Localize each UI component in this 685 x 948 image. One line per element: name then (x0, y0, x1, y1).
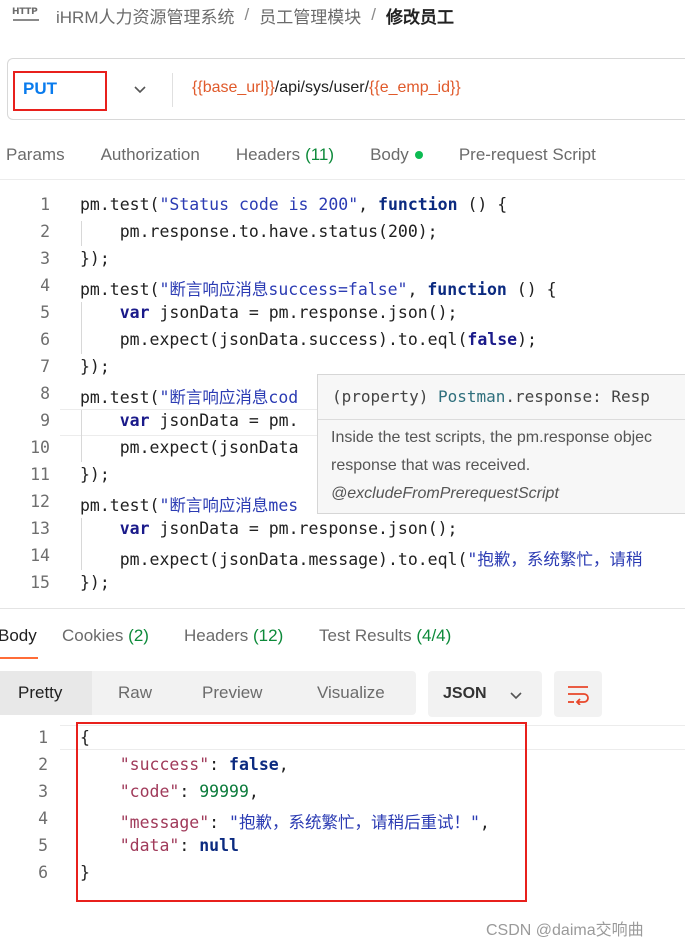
code-text: }); (80, 465, 110, 484)
wrap-lines-icon (568, 686, 589, 705)
response-highlight-box (76, 722, 527, 902)
line-number: 4 (40, 276, 50, 295)
tooltip-tag: @excludeFromPrerequestScript (331, 485, 559, 502)
url-divider (172, 73, 173, 107)
line-number: 1 (38, 728, 48, 747)
view-pretty[interactable]: Pretty (18, 683, 62, 703)
line-number: 4 (38, 809, 48, 828)
line-number: 2 (38, 755, 48, 774)
code-text: pm.response.to.have.status(200); (80, 222, 438, 241)
code-text: pm.test("断言响应消息mes (80, 496, 299, 515)
request-tabs: Params Authorization Headers (11) Body Pr… (0, 130, 685, 180)
tab-authorization[interactable]: Authorization (101, 145, 200, 165)
active-tab-underline (0, 657, 38, 659)
body-indicator-dot (414, 150, 423, 159)
view-mode-bar: Pretty Raw Preview Visualize (0, 671, 416, 715)
code-text: }); (80, 357, 110, 376)
tab-response-body[interactable]: Body (0, 626, 37, 646)
view-raw[interactable]: Raw (118, 683, 152, 703)
tab-headers[interactable]: Headers (11) (236, 145, 334, 165)
code-line: 14 pm.expect(jsonData.message).to.eql("抱… (0, 543, 685, 570)
tooltip-description: Inside the test scripts, the pm.response… (331, 429, 653, 446)
breadcrumb-bar: HTTP iHRM人力资源管理系统 / 员工管理模块 / 修改员工 (0, 0, 685, 30)
line-number: 5 (38, 836, 48, 855)
line-number: 6 (38, 863, 48, 882)
line-number: 10 (30, 438, 50, 457)
tab-response-headers[interactable]: Headers (12) (184, 626, 283, 646)
line-number: 5 (40, 303, 50, 322)
breadcrumb-separator: / (371, 5, 376, 24)
tab-body[interactable]: Body (370, 145, 423, 165)
line-number: 6 (40, 330, 50, 349)
view-preview[interactable]: Preview (202, 683, 262, 703)
method-select[interactable]: PUT (23, 79, 57, 99)
tab-pre-request-script[interactable]: Pre-request Script (459, 145, 596, 165)
code-line: 13 var jsonData = pm.response.json(); (0, 516, 685, 543)
code-line: 3}); (0, 246, 685, 273)
format-select[interactable]: JSON (428, 671, 542, 717)
line-number: 8 (40, 384, 50, 403)
url-input[interactable]: {{base_url}}/api/sys/user/{{e_emp_id}} (192, 79, 461, 97)
tab-test-results[interactable]: Test Results (4/4) (319, 626, 451, 646)
url-base-variable: {{base_url}} (192, 79, 275, 96)
url-bar: PUT {{base_url}}/api/sys/user/{{e_emp_id… (7, 58, 685, 120)
breadcrumb-folder[interactable]: 员工管理模块 (259, 3, 361, 28)
format-label: JSON (443, 685, 487, 702)
line-number: 3 (40, 249, 50, 268)
line-number: 9 (40, 411, 50, 430)
line-number: 11 (30, 465, 50, 484)
watermark: CSDN @daima交响曲 (486, 922, 644, 939)
chevron-down-icon[interactable] (132, 81, 148, 97)
breadcrumb-collection[interactable]: iHRM人力资源管理系统 (56, 3, 235, 28)
line-number: 13 (30, 519, 50, 538)
line-number: 12 (30, 492, 50, 511)
code-text: }); (80, 249, 110, 268)
url-id-variable: {{e_emp_id}} (369, 79, 461, 96)
line-number: 7 (40, 357, 50, 376)
code-line: 1 pm.test("Status code is 200", function … (0, 192, 685, 219)
line-number: 15 (30, 573, 50, 592)
tab-params[interactable]: Params (6, 145, 65, 165)
line-number: 1 (40, 195, 50, 214)
code-line: 6 pm.expect(jsonData.success).to.eql(fal… (0, 327, 685, 354)
wrap-lines-button[interactable] (554, 671, 602, 717)
code-line: 15}); (0, 570, 685, 597)
chevron-down-icon (510, 692, 522, 700)
tooltip-signature: (property) Postman.response: Resp (332, 387, 650, 406)
line-number: 14 (30, 546, 50, 565)
breadcrumb-separator: / (244, 5, 250, 24)
url-path: /api/sys/user/ (274, 79, 370, 96)
code-text: pm.test("断言响应消息cod (80, 388, 299, 407)
code-line: 2 pm.response.to.have.status(200); (0, 219, 685, 246)
code-text: var jsonData = pm. (80, 411, 299, 430)
hover-tooltip: (property) Postman.response: Resp Inside… (317, 374, 685, 514)
tooltip-description-cont: response that was received. (331, 457, 531, 474)
tab-response-cookies[interactable]: Cookies (2) (62, 626, 149, 646)
http-icon: HTTP (12, 4, 42, 26)
code-text: }); (80, 573, 110, 592)
code-text: var jsonData = pm.response.json(); (80, 303, 458, 322)
breadcrumb-request[interactable]: 修改员工 (386, 3, 454, 28)
code-text: pm.test("断言响应消息success=false", function … (80, 280, 557, 299)
view-visualize[interactable]: Visualize (317, 683, 385, 703)
code-text: var jsonData = pm.response.json(); (80, 519, 458, 538)
code-text: pm.test("Status code is 200", function (… (80, 195, 508, 214)
line-number: 3 (38, 782, 48, 801)
code-text: pm.expect(jsonData (80, 438, 299, 457)
response-tabs: Body Cookies (2) Headers (12) Test Resul… (0, 618, 685, 659)
code-line: 5 var jsonData = pm.response.json(); (0, 300, 685, 327)
code-text: pm.expect(jsonData.message).to.eql("抱歉，系… (80, 550, 643, 569)
code-line: 4 pm.test("断言响应消息success=false", function… (0, 273, 685, 300)
line-number: 2 (40, 222, 50, 241)
section-divider (0, 608, 685, 609)
code-text: pm.expect(jsonData.success).to.eql(false… (80, 330, 537, 349)
